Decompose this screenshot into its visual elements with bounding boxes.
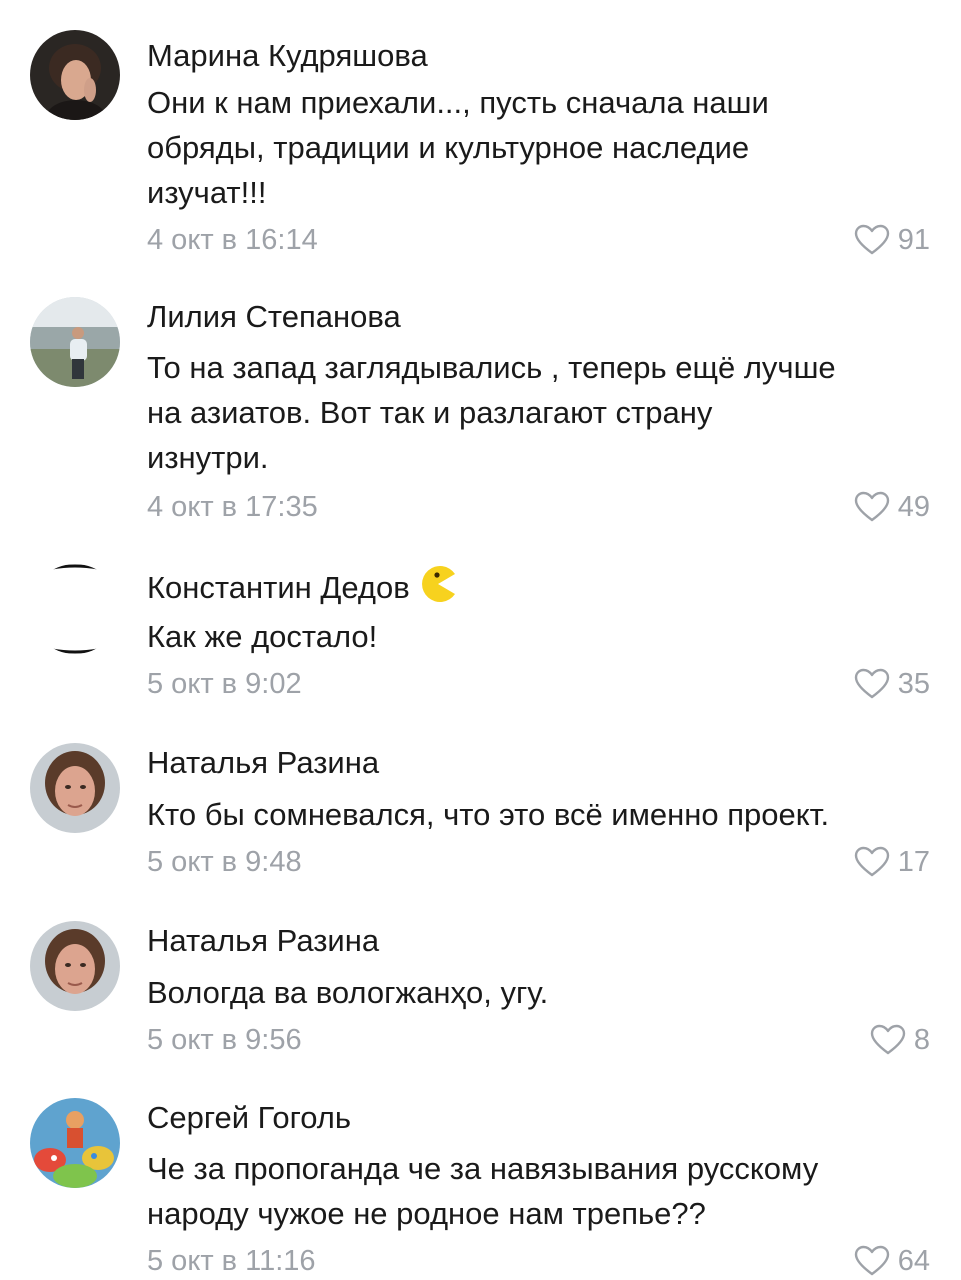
heart-outline-icon (854, 668, 890, 700)
avatar[interactable] (30, 921, 120, 1011)
comment-date[interactable]: 4 окт в 16:14 (147, 222, 318, 258)
comment-date[interactable]: 5 окт в 9:48 (147, 844, 302, 880)
comment-author[interactable]: Сергей Гоголь (147, 1098, 351, 1138)
comment-text: Они к нам приехали..., пусть сначала наш… (147, 85, 769, 210)
comment-author[interactable]: Наталья Разина (147, 743, 379, 783)
comment-text: Че за пропоганда че за навязывания русск… (147, 1151, 819, 1231)
avatar[interactable] (30, 564, 120, 654)
comment-text: Кто бы сомневался, что это всё именно пр… (147, 797, 830, 832)
like-count: 17 (897, 846, 930, 878)
heart-outline-icon (854, 846, 890, 878)
comment-text: Вологда ва вологжанҳо, угу. (147, 975, 549, 1010)
comment-date[interactable]: 5 окт в 9:02 (147, 666, 302, 702)
pacman-emoji-icon (418, 564, 458, 614)
avatar[interactable] (30, 30, 120, 120)
heart-outline-icon (854, 224, 890, 256)
heart-outline-icon (870, 1024, 906, 1056)
comment-date[interactable]: 5 окт в 9:56 (147, 1022, 302, 1058)
like-button[interactable]: 91 (854, 222, 930, 258)
like-count: 49 (897, 491, 930, 523)
like-button[interactable]: 8 (870, 1022, 930, 1058)
like-count: 35 (897, 668, 930, 700)
avatar[interactable] (30, 1098, 120, 1188)
like-count: 91 (897, 224, 930, 256)
like-count: 8 (913, 1024, 930, 1056)
like-button[interactable]: 49 (854, 489, 930, 525)
comment-author[interactable]: Марина Кудряшова (147, 36, 428, 76)
like-button[interactable]: 35 (854, 666, 930, 702)
comment-date[interactable]: 5 окт в 11:16 (147, 1243, 316, 1279)
comment-author[interactable]: Лилия Степанова (147, 297, 401, 337)
like-button[interactable]: 64 (854, 1243, 930, 1279)
comment-author[interactable]: Наталья Разина (147, 921, 379, 961)
heart-outline-icon (854, 1245, 890, 1277)
heart-outline-icon (854, 491, 890, 523)
comment-text: То на запад заглядывались , теперь ещё л… (147, 350, 836, 475)
comment-date[interactable]: 4 окт в 17:35 (147, 489, 318, 525)
avatar[interactable] (30, 297, 120, 387)
avatar[interactable] (30, 743, 120, 833)
comment-author[interactable]: Константин Дедов (147, 564, 458, 614)
like-button[interactable]: 17 (854, 844, 930, 880)
comment-text: Как же достало! (147, 619, 378, 654)
like-count: 64 (897, 1245, 930, 1277)
